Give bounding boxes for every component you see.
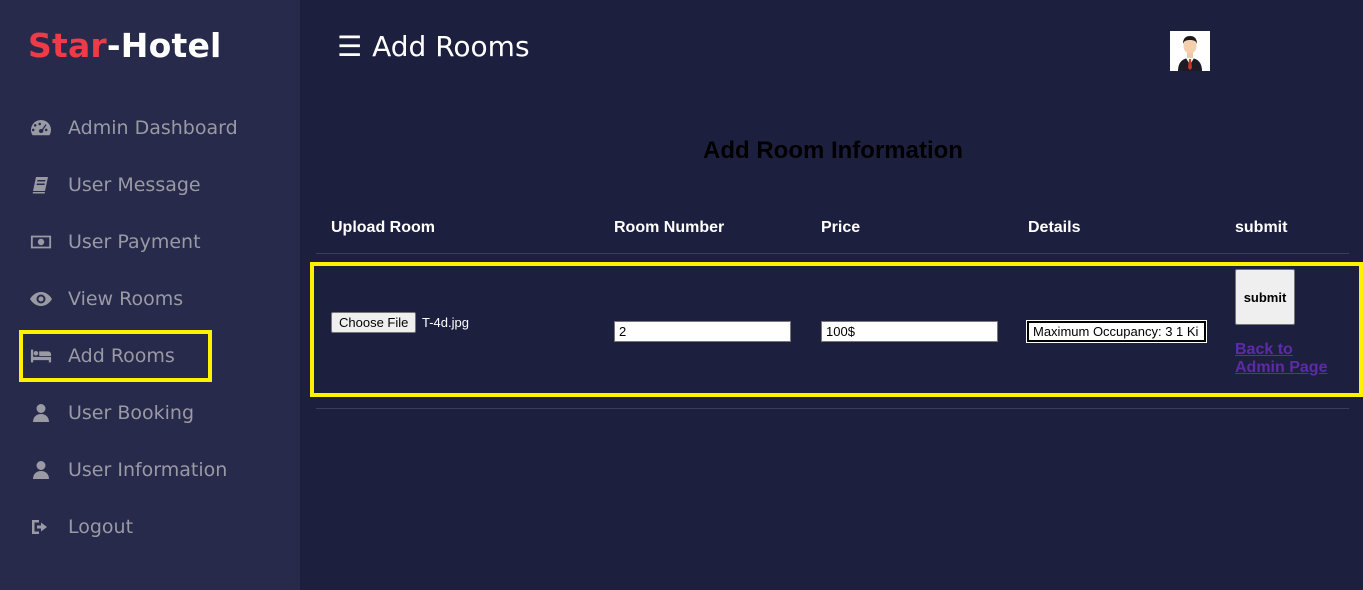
back-to-admin-link[interactable]: Back to Admin Page: [1235, 341, 1345, 377]
sidebar-item-logout[interactable]: Logout: [30, 507, 133, 547]
page-title: ☰ Add Rooms: [337, 30, 530, 63]
section-title: Add Room Information: [703, 137, 963, 164]
column-header-price: Price: [821, 219, 861, 236]
choose-file-button[interactable]: Choose File: [331, 312, 417, 333]
price-input[interactable]: [821, 321, 998, 342]
table-divider: [316, 408, 1349, 409]
money-icon: [30, 231, 52, 253]
room-number-input[interactable]: [614, 321, 791, 342]
add-rooms-highlight-box: [19, 330, 212, 382]
sidebar: Star-Hotel Admin Dashboard User Message …: [0, 0, 300, 590]
book-icon: [30, 174, 52, 196]
sidebar-item-view-rooms[interactable]: View Rooms: [30, 279, 183, 319]
eye-icon: [30, 288, 52, 310]
sidebar-item-user-message[interactable]: User Message: [30, 165, 201, 205]
selected-file-name: T-4d.jpg: [422, 315, 469, 330]
sidebar-item-user-payment[interactable]: User Payment: [30, 222, 201, 262]
details-input[interactable]: [1026, 320, 1207, 343]
user-icon: [30, 402, 52, 424]
submit-button[interactable]: submit: [1235, 269, 1295, 325]
column-header-upload-room: Upload Room: [331, 219, 435, 236]
column-header-room-number: Room Number: [614, 219, 725, 236]
user-icon: [30, 459, 52, 481]
sign-out-icon: [30, 516, 52, 538]
sidebar-item-user-information[interactable]: User Information: [30, 450, 227, 490]
sidebar-item-admin-dashboard[interactable]: Admin Dashboard: [30, 108, 238, 148]
user-avatar-icon: [1170, 31, 1210, 71]
column-header-submit: submit: [1235, 219, 1288, 236]
table-divider: [316, 253, 1349, 254]
avatar[interactable]: [1170, 31, 1210, 71]
brand-logo[interactable]: Star-Hotel: [28, 26, 222, 65]
dashboard-icon: [30, 117, 52, 139]
column-header-details: Details: [1028, 219, 1081, 236]
sidebar-item-user-booking[interactable]: User Booking: [30, 393, 194, 433]
menu-toggle-icon[interactable]: ☰: [337, 30, 362, 63]
